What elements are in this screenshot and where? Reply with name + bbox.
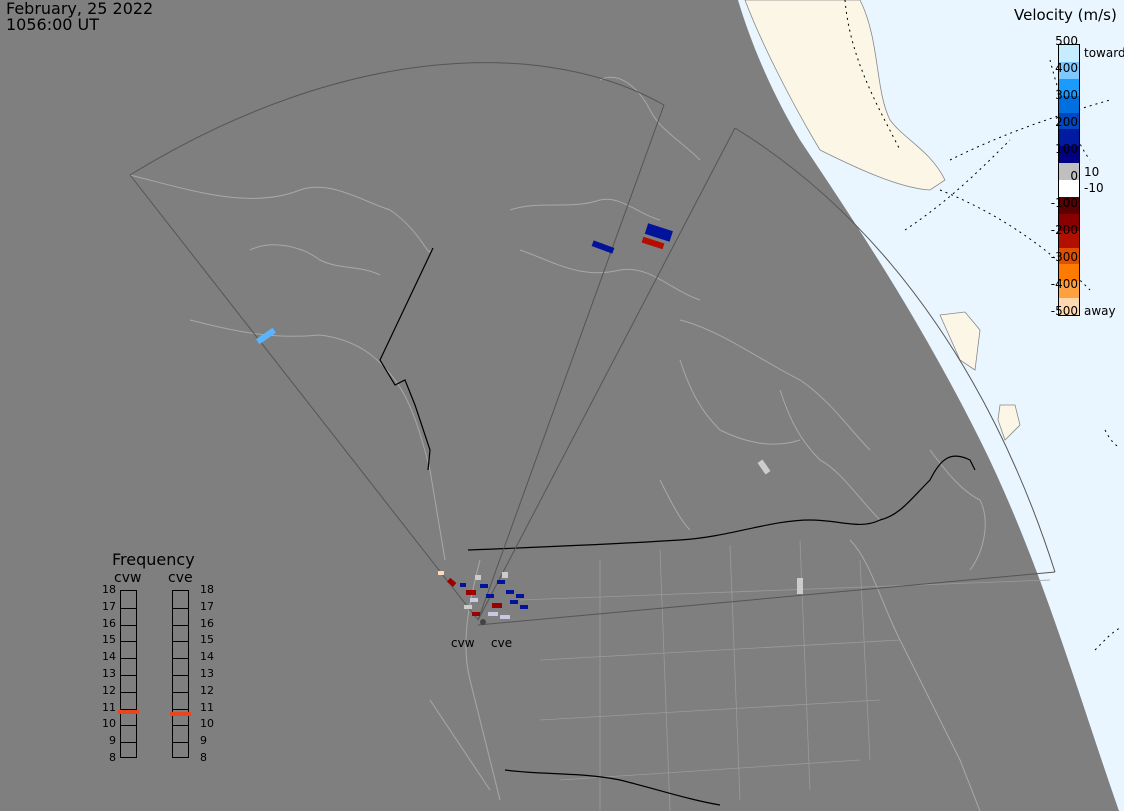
frequency-gridline xyxy=(173,624,188,626)
frequency-gridline xyxy=(173,607,188,609)
echo-cell xyxy=(506,590,514,594)
echo-cell xyxy=(486,594,494,598)
frequency-tick-left: 8 xyxy=(109,751,116,764)
colorbar-away-label: away xyxy=(1084,304,1116,318)
frequency-gridline xyxy=(173,725,188,727)
radar-site-marker xyxy=(480,619,486,625)
echo-cell xyxy=(510,600,518,604)
echo-cell xyxy=(438,571,444,575)
map-canvas xyxy=(0,0,1124,811)
frequency-tick-left: 12 xyxy=(102,683,116,697)
colorbar-tick-label: 0 xyxy=(1070,169,1078,183)
frequency-marker xyxy=(170,711,191,716)
frequency-radar-cvw: cvw xyxy=(114,570,142,586)
echo-cell xyxy=(470,598,478,602)
echo-cell xyxy=(460,583,466,587)
frequency-tick-left: 14 xyxy=(102,650,116,664)
site-label-cve: cve xyxy=(491,636,513,650)
echo-cell xyxy=(466,590,476,595)
echo-cell xyxy=(472,612,480,616)
frequency-gridline xyxy=(121,691,136,693)
frequency-scale-cve xyxy=(170,590,191,758)
frequency-gridline xyxy=(173,675,188,676)
frequency-tick-left: 17 xyxy=(102,599,116,613)
echo-cell xyxy=(520,605,528,609)
frequency-tick-left: 16 xyxy=(102,616,116,630)
frequency-tick-right: 11 xyxy=(200,700,214,714)
frequency-gridline xyxy=(121,675,136,676)
colorbar-tick-label: -100 xyxy=(1050,196,1078,210)
frequency-tick-left: 10 xyxy=(102,717,116,731)
frequency-tick-right: 12 xyxy=(200,683,214,697)
frequency-gridline xyxy=(173,641,188,643)
echo-cell xyxy=(500,615,510,619)
frequency-title: Frequency xyxy=(112,550,195,569)
frequency-gridline xyxy=(173,708,188,710)
colorbar-near-zero-negative: -10 xyxy=(1084,181,1104,195)
frequency-tick-right: 13 xyxy=(200,667,214,680)
echo-cell xyxy=(497,580,505,584)
frequency-tick-right: 15 xyxy=(200,633,214,647)
echo-cell xyxy=(488,612,498,616)
echo-cell xyxy=(492,603,502,608)
frequency-gridline xyxy=(121,624,136,626)
frequency-scale-cvw xyxy=(118,590,139,758)
colorbar-tick-label: 100 xyxy=(1055,142,1078,156)
frequency-gridline xyxy=(121,742,136,744)
frequency-tick-left: 9 xyxy=(109,734,116,748)
colorbar-tick-label: 500 xyxy=(1055,34,1078,48)
echo-cell xyxy=(480,584,488,588)
colorbar-tick-label: 300 xyxy=(1055,88,1078,102)
echo-cell xyxy=(502,572,508,578)
colorbar-tick-label: -300 xyxy=(1050,250,1078,264)
frequency-gridline xyxy=(121,725,136,727)
frequency-radar-cve: cve xyxy=(168,570,193,586)
colorbar-tick-label: -200 xyxy=(1050,223,1078,237)
echo-cell xyxy=(516,594,524,598)
frequency-gridline xyxy=(173,691,188,693)
frequency-gridline xyxy=(121,607,136,609)
echo-cell xyxy=(797,578,803,594)
colorbar-title: Velocity (m/s) xyxy=(1014,6,1117,24)
frequency-tick-right: 16 xyxy=(200,616,214,630)
frequency-tick-left: 11 xyxy=(102,700,116,714)
frequency-tick-left: 13 xyxy=(102,667,116,680)
frequency-tick-right: 18 xyxy=(200,583,214,596)
colorbar-tick-label: 200 xyxy=(1055,115,1078,129)
frequency-tick-right: 14 xyxy=(200,650,214,664)
colorbar-tick-label: 400 xyxy=(1055,61,1078,75)
colorbar-tick-label: -400 xyxy=(1050,277,1078,291)
frequency-gridline xyxy=(121,658,136,660)
echo-cell xyxy=(475,575,481,580)
colorbar-tick-label: -500 xyxy=(1050,304,1078,318)
frequency-tick-left: 15 xyxy=(102,633,116,647)
frequency-gridline xyxy=(173,742,188,744)
frequency-tick-right: 17 xyxy=(200,599,214,613)
frequency-gridline xyxy=(173,658,188,660)
frequency-gridline xyxy=(121,641,136,643)
frequency-tick-left: 18 xyxy=(102,583,116,596)
frequency-tick-right: 9 xyxy=(200,734,207,748)
frequency-tick-right: 10 xyxy=(200,717,214,731)
frequency-tick-right: 8 xyxy=(200,751,207,764)
site-label-cvw: cvw xyxy=(451,636,475,650)
time-label: 1056:00 UT xyxy=(6,15,100,34)
echo-cell xyxy=(464,605,472,609)
frequency-marker xyxy=(118,709,139,714)
colorbar-near-zero-positive: 10 xyxy=(1084,165,1100,179)
colorbar-toward-label: toward xyxy=(1084,46,1124,60)
